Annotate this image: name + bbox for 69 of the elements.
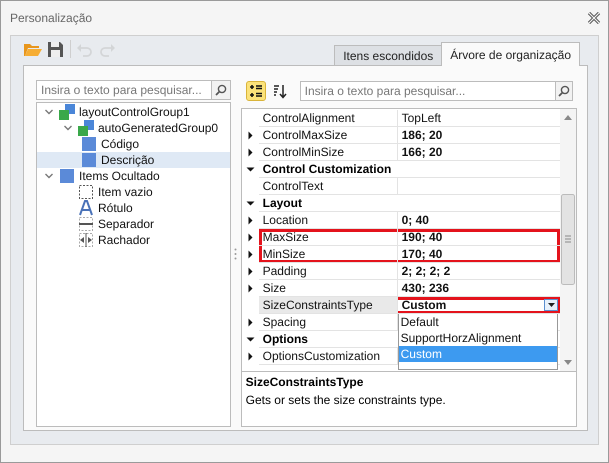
property-name[interactable]: MaxSize (258, 229, 398, 246)
splitter-icon (78, 232, 94, 248)
property-name[interactable]: ControlMinSize (258, 144, 398, 161)
property-name[interactable]: Padding (258, 263, 398, 280)
square-icon (81, 152, 97, 168)
property-name[interactable]: ControlMaxSize (258, 127, 398, 144)
close-button[interactable] (587, 12, 601, 24)
group-icon (59, 104, 75, 120)
search-field[interactable]: Insira o texto para pesquisar... (36, 80, 211, 100)
dashed-square-icon (78, 184, 94, 200)
dropdown-option[interactable]: Default (398, 314, 557, 330)
categorized-view-button[interactable] (246, 81, 266, 101)
search-icon (214, 84, 227, 96)
property-name[interactable]: OptionsCustomization (258, 348, 398, 365)
property-value[interactable]: 0; 40 (398, 212, 560, 229)
description-text: Gets or sets the size constraints type. (246, 393, 447, 407)
description-title: SizeConstraintsType (246, 375, 364, 389)
expand-triangle-icon[interactable] (246, 199, 255, 208)
tree-item[interactable]: layoutControlGroup1 (37, 104, 230, 120)
chevron-icon[interactable] (44, 107, 54, 117)
property-name[interactable]: SizeConstraintsType (258, 297, 398, 314)
window-title: Personalização (10, 11, 92, 25)
expand-triangle-icon[interactable] (246, 165, 255, 174)
property-name[interactable]: Spacing (258, 314, 398, 331)
property-name[interactable]: Location (258, 212, 398, 229)
search-button[interactable] (210, 80, 231, 100)
category-header: Layout (258, 195, 560, 212)
group-icon (78, 120, 94, 136)
expand-triangle-icon[interactable] (246, 352, 255, 361)
tree-item[interactable]: Separador (37, 216, 230, 232)
expand-triangle-icon[interactable] (246, 335, 255, 344)
splitter-grip-icon[interactable] (234, 248, 238, 260)
search-icon (558, 85, 570, 97)
scrollbar[interactable] (560, 109, 576, 371)
save-button[interactable] (47, 40, 65, 56)
tree-item[interactable]: autoGeneratedGroup0 (37, 120, 230, 136)
tree-item[interactable]: Rachador (37, 232, 230, 248)
caret-icon (548, 303, 554, 307)
tree-item[interactable]: Item vazio (37, 184, 230, 200)
property-name[interactable]: ControlAlignment (258, 110, 398, 127)
property-value[interactable]: 2; 2; 2; 2 (398, 263, 560, 280)
search-button[interactable] (555, 81, 573, 101)
square-icon (81, 136, 97, 152)
letter-icon (78, 200, 94, 216)
expand-triangle-icon[interactable] (246, 318, 255, 327)
chevron-icon[interactable] (44, 171, 54, 181)
tab[interactable]: Itens escondidos (334, 45, 442, 65)
dropdown-option[interactable]: SupportHorzAlignment (398, 330, 557, 346)
property-name[interactable]: ControlText (258, 178, 398, 195)
dropdown-button[interactable] (544, 299, 558, 311)
tree-item[interactable]: Rótulo (37, 200, 230, 216)
property-value[interactable]: 170; 40 (398, 246, 560, 263)
tree-item[interactable]: Código (37, 136, 230, 152)
sort-down-icon (272, 84, 288, 98)
property-value[interactable]: 166; 20 (398, 144, 560, 161)
tab[interactable]: Árvore de organização (441, 42, 580, 66)
category-header: Control Customization (258, 161, 560, 178)
property-name[interactable]: MinSize (258, 246, 398, 263)
tree-item[interactable]: Items Ocultado (37, 168, 230, 184)
property-value[interactable]: 186; 20 (398, 127, 560, 144)
close-icon (587, 12, 601, 24)
square-icon (59, 168, 75, 184)
separator-icon (78, 216, 94, 232)
property-value[interactable]: 190; 40 (398, 229, 560, 246)
chevron-icon[interactable] (63, 123, 73, 133)
plus-list-icon (248, 84, 264, 98)
property-value[interactable]: TopLeft (398, 110, 560, 127)
tree-item[interactable]: Descrição (37, 152, 230, 168)
search-field[interactable]: Insira o texto para pesquisar... (300, 81, 555, 101)
